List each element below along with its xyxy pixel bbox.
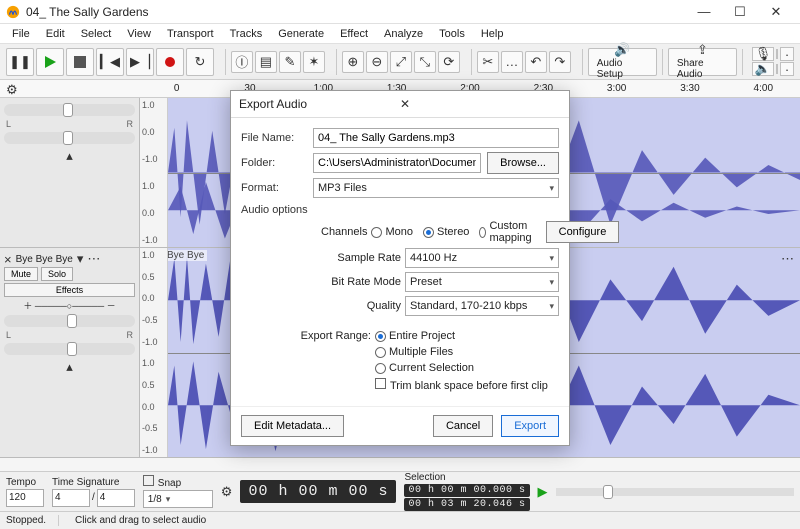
export-range-label: Export Range: <box>281 330 371 342</box>
format-select[interactable]: MP3 Files <box>313 178 559 198</box>
bitrate-mode-select[interactable]: Preset <box>405 272 559 292</box>
format-label: Format: <box>241 182 307 194</box>
quality-label: Quality <box>321 300 401 312</box>
sample-rate-select[interactable]: 44100 Hz <box>405 248 559 268</box>
mono-radio[interactable]: Mono <box>371 226 413 238</box>
stereo-radio[interactable]: Stereo <box>423 226 469 238</box>
custom-mapping-radio[interactable]: Custom mapping <box>479 220 535 244</box>
edit-metadata-button[interactable]: Edit Metadata... <box>241 415 344 437</box>
multiple-files-radio[interactable]: Multiple Files <box>375 346 453 358</box>
audio-options-heading: Audio options <box>241 204 559 216</box>
filename-input[interactable] <box>313 128 559 148</box>
quality-select[interactable]: Standard, 170-210 kbps <box>405 296 559 316</box>
dialog-title: Export Audio <box>239 97 400 111</box>
configure-button[interactable]: Configure <box>546 221 620 243</box>
current-selection-radio[interactable]: Current Selection <box>375 362 474 374</box>
export-button[interactable]: Export <box>501 415 559 437</box>
folder-input[interactable] <box>313 153 481 173</box>
modal-overlay: Export Audio ✕ File Name: Folder: Browse… <box>0 0 800 529</box>
filename-label: File Name: <box>241 132 307 144</box>
sample-rate-label: Sample Rate <box>321 252 401 264</box>
cancel-button[interactable]: Cancel <box>433 415 493 437</box>
dialog-close-icon[interactable]: ✕ <box>400 97 561 111</box>
channels-label: Channels <box>321 226 367 238</box>
entire-project-radio[interactable]: Entire Project <box>375 330 455 342</box>
trim-checkbox[interactable]: Trim blank space before first clip <box>375 378 548 392</box>
browse-button[interactable]: Browse... <box>487 152 559 174</box>
export-audio-dialog: Export Audio ✕ File Name: Folder: Browse… <box>230 90 570 446</box>
folder-label: Folder: <box>241 157 307 169</box>
bitrate-mode-label: Bit Rate Mode <box>321 276 401 288</box>
